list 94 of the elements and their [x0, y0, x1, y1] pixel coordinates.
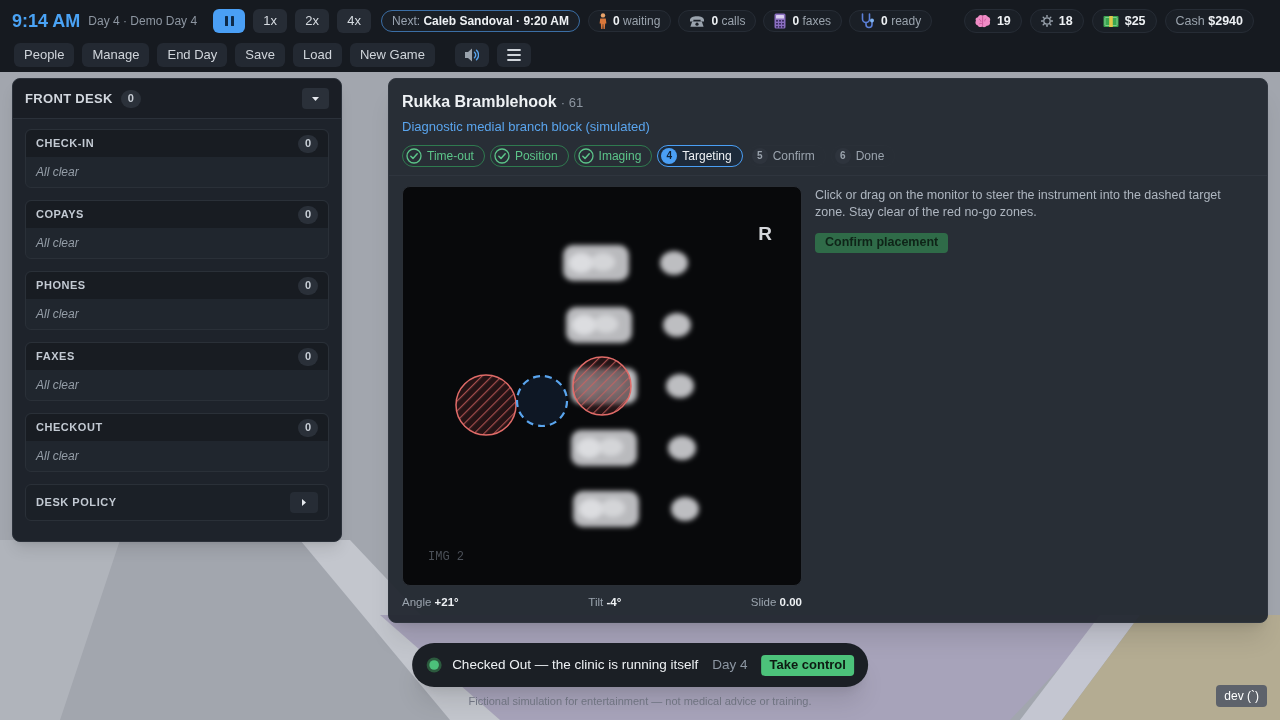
xray-monitor[interactable]: R IMG 2	[402, 185, 802, 586]
patient-name: Rukka Bramblehook	[402, 92, 557, 112]
bone-block	[573, 490, 639, 527]
sound-button[interactable]	[454, 43, 489, 67]
step-label: Targeting	[682, 147, 732, 165]
stethoscope-icon	[860, 13, 876, 29]
section-title: CHECK-IN	[36, 136, 95, 152]
status-dot-icon	[426, 657, 443, 673]
pause-icon	[224, 16, 234, 26]
step-label: Imaging	[598, 147, 642, 165]
section-title: PHONES	[36, 278, 86, 294]
section-title: COPAYS	[36, 207, 84, 223]
day-label: Day 4 · Demo Day 4	[88, 13, 198, 30]
pause-button[interactable]	[213, 9, 246, 33]
step-number: 4	[661, 147, 678, 164]
step-label: Done	[855, 147, 885, 165]
menu-button[interactable]: Save	[235, 43, 285, 67]
step-label: Time-out	[427, 147, 474, 165]
counter-text: 0 ready	[881, 13, 922, 30]
bone-dot	[666, 373, 694, 398]
section-title: FAXES	[36, 349, 75, 365]
step-number: 6	[834, 147, 851, 164]
clock-time: 9:14 AM	[12, 9, 81, 33]
instructions-text: Click or drag on the monitor to steer the instrument into the dashed target zone. Stay clear of the red no-go zones.	[815, 186, 1222, 221]
empty-message: All clear	[36, 164, 79, 181]
procedure-title: Diagnostic medial branch block (simulated)	[402, 118, 650, 136]
speed-button[interactable]: 4x	[337, 9, 372, 33]
count-badge: 0	[298, 276, 318, 295]
panel-title: FRONT DESK	[25, 89, 113, 108]
menu-button[interactable]: People	[14, 43, 75, 67]
counter-text: 0 faxes	[792, 13, 832, 30]
status-message: Checked Out — the clinic is running itself	[452, 655, 699, 674]
patient-age: · 61	[560, 94, 584, 112]
empty-message: All clear	[36, 377, 79, 394]
side-marker: R	[758, 222, 772, 244]
empty-message: All clear	[36, 235, 79, 252]
menu-button[interactable]	[496, 43, 531, 67]
brain-icon	[974, 14, 991, 28]
menu-button[interactable]: New Game	[349, 43, 435, 67]
bone-block	[563, 244, 629, 281]
menu-icon	[506, 48, 521, 62]
speaker-icon	[464, 47, 480, 63]
bone-block	[571, 429, 637, 466]
section-title: DESK POLICY	[36, 495, 117, 511]
next-appointment: Next: Caleb Sandoval · 9:20 AM	[381, 10, 580, 32]
check-circle-icon	[577, 147, 594, 164]
person-icon	[599, 13, 607, 29]
image-label: IMG 2	[428, 549, 464, 564]
expand-button[interactable]	[290, 492, 318, 513]
count-badge: 0	[298, 134, 318, 153]
bone-dot	[671, 496, 699, 521]
stat-value: $25	[1124, 12, 1146, 30]
count-badge: 0	[298, 418, 318, 437]
bone-block	[566, 306, 632, 343]
status-day: Day 4	[712, 654, 748, 676]
step-label: Position	[514, 147, 558, 165]
step-label: Confirm	[772, 147, 815, 165]
stat-value: 19	[996, 12, 1011, 30]
speed-button[interactable]: 1x	[253, 9, 288, 33]
stat-value: Cash $2940	[1175, 12, 1243, 30]
counter-text: 0 calls	[711, 13, 746, 30]
take-control-button[interactable]: Take control	[761, 654, 854, 676]
step-number: 5	[751, 147, 768, 164]
speed-button[interactable]: 2x	[295, 9, 330, 33]
bone-dot	[668, 435, 696, 460]
count-badge: 0	[120, 89, 141, 108]
empty-message: All clear	[36, 306, 79, 323]
stat-value: 18	[1058, 12, 1073, 30]
bone-dot	[663, 312, 691, 337]
caret-down-icon	[312, 96, 319, 101]
count-badge: 0	[298, 205, 318, 224]
no-go-zone	[455, 373, 517, 436]
gear-icon	[1040, 15, 1053, 27]
empty-message: All clear	[36, 448, 79, 465]
counter-text: 0 waiting	[613, 13, 661, 30]
menu-button[interactable]: Load	[293, 43, 342, 67]
readout: Angle +21°	[402, 594, 459, 610]
readout: Tilt -4°	[588, 594, 622, 610]
phone-icon	[689, 15, 706, 27]
collapse-button[interactable]	[302, 88, 329, 109]
readout: Slide 0.00	[750, 594, 802, 610]
dev-button[interactable]: dev (`)	[1216, 685, 1267, 707]
caret-right-icon	[302, 499, 306, 506]
check-circle-icon	[406, 147, 422, 164]
no-go-zone	[572, 355, 632, 416]
menu-button[interactable]: Manage	[82, 43, 150, 67]
banknote-icon	[1102, 14, 1119, 28]
section-title: CHECKOUT	[36, 420, 103, 436]
calculator-icon	[774, 13, 787, 29]
count-badge: 0	[298, 347, 318, 366]
menu-button[interactable]: End Day	[157, 43, 228, 67]
check-circle-icon	[493, 147, 510, 164]
bone-dot	[660, 250, 688, 275]
target-zone	[515, 374, 569, 427]
